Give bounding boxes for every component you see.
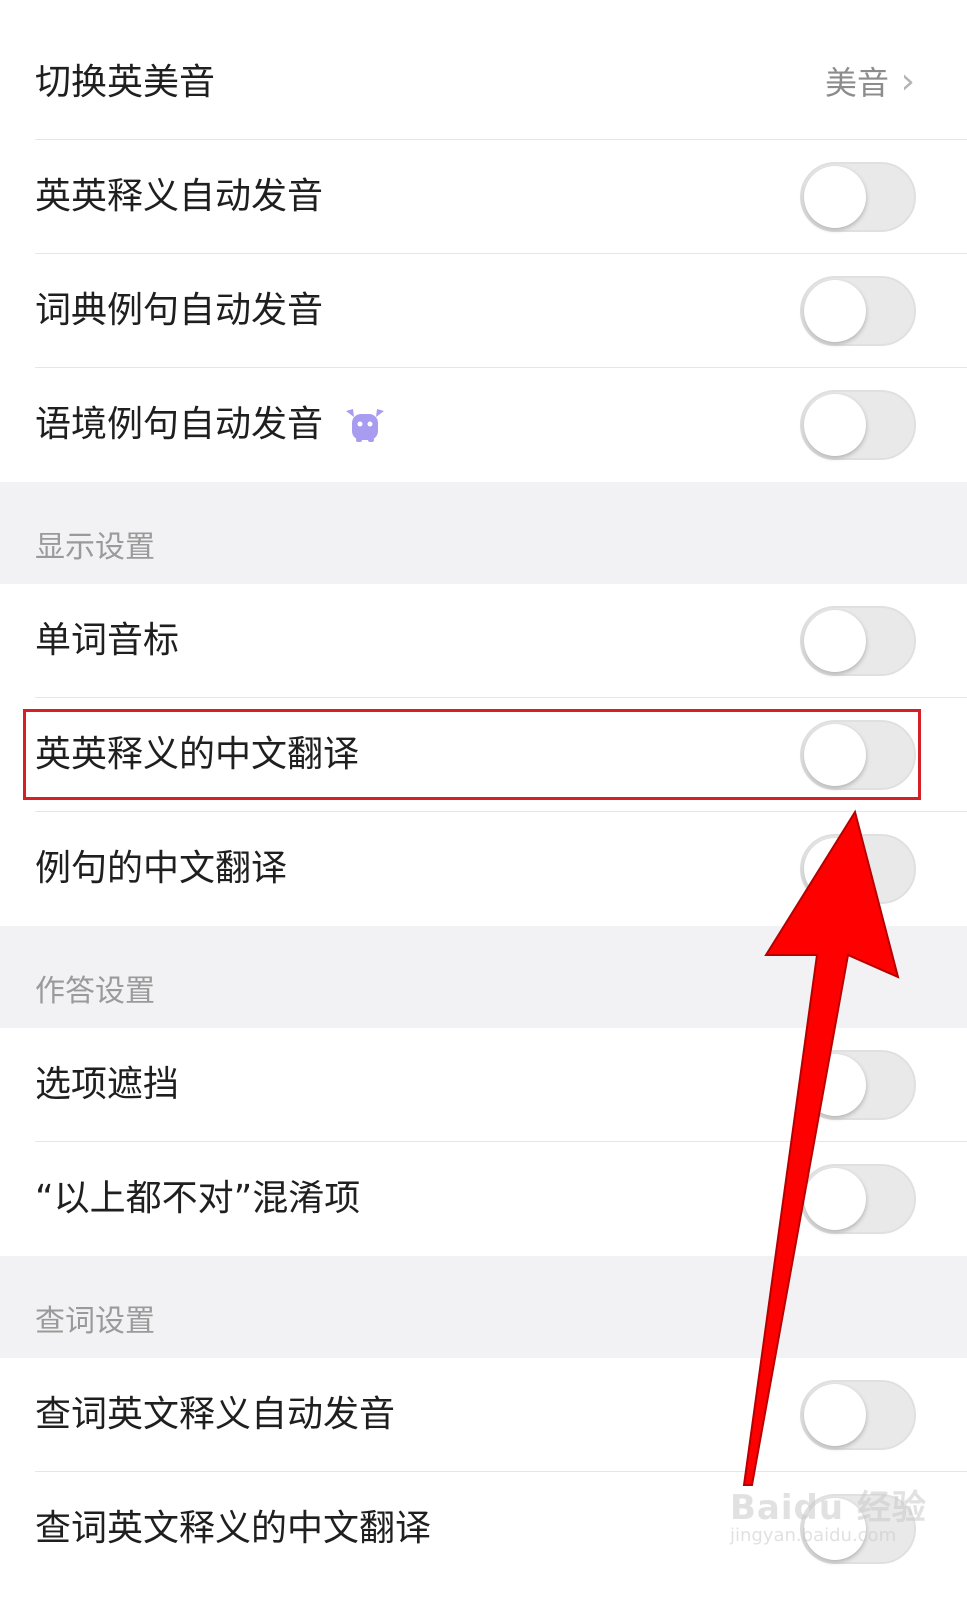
toggle-knob (804, 1054, 866, 1116)
toggle-switch[interactable] (800, 162, 916, 232)
row-label: 词典例句自动发音 (35, 290, 324, 331)
settings-row-option-mask: 选项遮挡 (0, 1028, 967, 1142)
row-label: 查词英文释义的中文翻译 (35, 1508, 432, 1549)
settings-row-dict-example-autoplay: 词典例句自动发音 (0, 254, 967, 368)
chevron-right-icon: › (900, 61, 915, 102)
section-title: 显示设置 (35, 530, 155, 565)
row-label: 切换英美音 (35, 62, 216, 103)
row-label: 选项遮挡 (35, 1064, 180, 1105)
toggle-switch[interactable] (800, 1380, 916, 1450)
row-label: 单词音标 (35, 620, 180, 661)
toggle-switch[interactable] (800, 276, 916, 346)
settings-row-context-example-autoplay: 语境例句自动发音 (0, 368, 967, 482)
toggle-knob (804, 394, 866, 456)
settings-row-lookup-autoplay: 查词英文释义自动发音 (0, 1358, 967, 1472)
section-header-display: 显示设置 (0, 482, 967, 584)
settings-row-phonetic: 单词音标 (0, 584, 967, 698)
settings-row-example-translation: 例句的中文翻译 (0, 812, 967, 926)
toggle-knob (804, 1384, 866, 1446)
highlight-box (23, 709, 921, 800)
row-label: “以上都不对”混淆项 (35, 1178, 361, 1219)
row-label: 例句的中文翻译 (35, 848, 288, 889)
row-label: 查词英文释义自动发音 (35, 1394, 396, 1435)
toggle-switch[interactable] (800, 390, 916, 460)
toggle-knob (804, 166, 866, 228)
mascot-icon (346, 409, 384, 442)
toggle-switch[interactable] (800, 1050, 916, 1120)
row-label: 英英释义自动发音 (35, 176, 324, 217)
watermark: Baidu 经验 jingyan.baidu.com (730, 1480, 930, 1550)
section-title: 查词设置 (35, 1304, 155, 1339)
section-header-answer: 作答设置 (0, 926, 967, 1028)
toggle-switch[interactable] (800, 1164, 916, 1234)
section-header-lookup: 查词设置 (0, 1256, 967, 1358)
settings-row-none-correct-distractor: “以上都不对”混淆项 (0, 1142, 967, 1256)
toggle-knob (804, 1168, 866, 1230)
toggle-knob (804, 838, 866, 900)
toggle-knob (804, 610, 866, 672)
toggle-switch[interactable] (800, 834, 916, 904)
section-title: 作答设置 (35, 974, 155, 1009)
settings-row-en-def-autoplay: 英英释义自动发音 (0, 140, 967, 254)
toggle-knob (804, 280, 866, 342)
watermark-logo: Baidu 经验 (730, 1488, 927, 1528)
settings-row-accent[interactable]: 切换英美音 美音 › (0, 26, 967, 140)
row-label: 语境例句自动发音 (35, 404, 324, 445)
toggle-switch[interactable] (800, 606, 916, 676)
accent-value: 美音 (824, 64, 889, 102)
